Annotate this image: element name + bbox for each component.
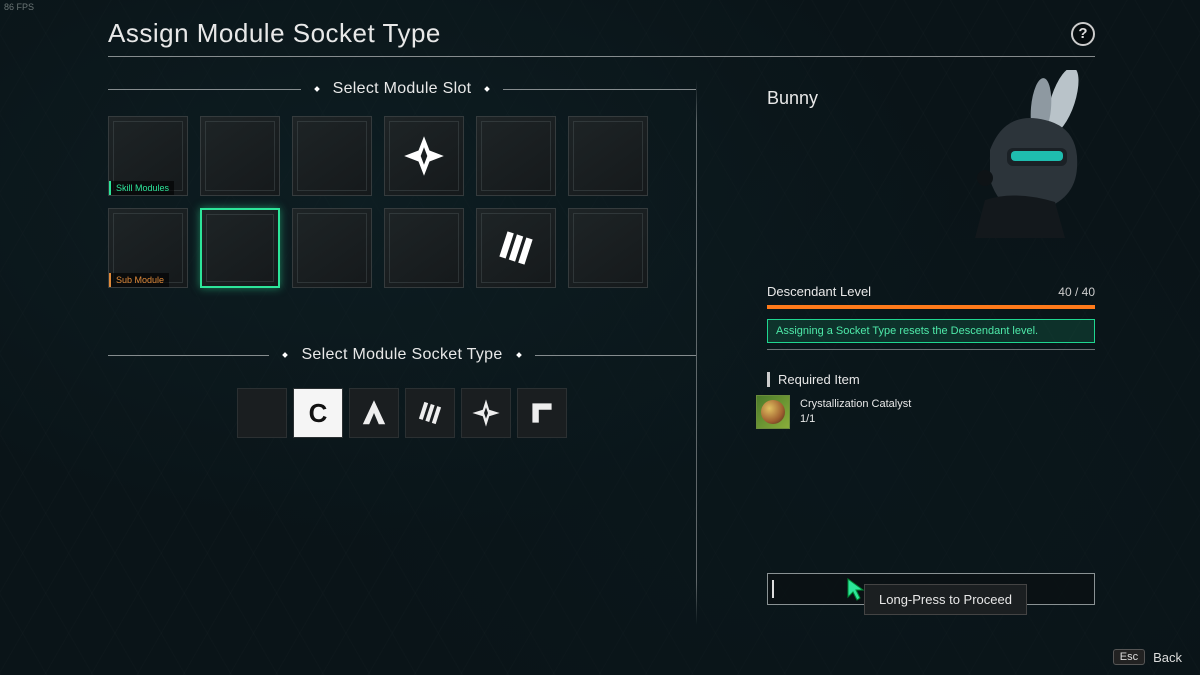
warning-underline bbox=[767, 349, 1095, 350]
slot[interactable] bbox=[476, 208, 556, 288]
slot-tag-sub: Sub Module bbox=[109, 273, 169, 287]
back-label: Back bbox=[1153, 650, 1182, 665]
proceed-tooltip: Long-Press to Proceed bbox=[864, 584, 1027, 615]
almandine-icon bbox=[358, 397, 390, 429]
malachite-icon bbox=[414, 397, 446, 429]
proceed-button[interactable]: Long-Press to Proceed bbox=[767, 573, 1095, 605]
slot[interactable] bbox=[200, 116, 280, 196]
catalyst-icon bbox=[756, 395, 790, 429]
slot[interactable] bbox=[384, 116, 464, 196]
slot[interactable] bbox=[568, 116, 648, 196]
help-button[interactable]: ? bbox=[1071, 22, 1095, 46]
socket-type-almandine[interactable] bbox=[349, 388, 399, 438]
esc-key-icon: Esc bbox=[1113, 649, 1145, 665]
slot-selected[interactable] bbox=[200, 208, 280, 288]
required-item-count: 1/1 bbox=[800, 412, 911, 427]
section-select-slot: Select Module Slot bbox=[108, 80, 696, 98]
footer-back[interactable]: Esc Back bbox=[1113, 649, 1182, 665]
required-item: Crystallization Catalyst 1/1 bbox=[756, 395, 1095, 429]
slot-tag-skill: Skill Modules bbox=[109, 181, 174, 195]
page-title: Assign Module Socket Type bbox=[108, 18, 441, 49]
descendant-level-bar bbox=[767, 305, 1095, 309]
socket-type-malachite[interactable] bbox=[405, 388, 455, 438]
socket-type-rutile[interactable] bbox=[517, 388, 567, 438]
descendant-level-value: 40 / 40 bbox=[1058, 285, 1095, 299]
slot-sub-module[interactable]: Sub Module bbox=[108, 208, 188, 288]
character-portrait bbox=[945, 70, 1105, 240]
fps-counter: 86 FPS bbox=[4, 2, 34, 12]
slot[interactable] bbox=[384, 208, 464, 288]
slot[interactable] bbox=[292, 116, 372, 196]
module-slot-grid: Skill Modules Sub Module bbox=[108, 116, 696, 288]
slot[interactable] bbox=[568, 208, 648, 288]
rutile-icon bbox=[526, 397, 558, 429]
reset-warning: Assigning a Socket Type resets the Desce… bbox=[767, 319, 1095, 343]
slot[interactable] bbox=[476, 116, 556, 196]
title-underline bbox=[108, 56, 1095, 57]
required-item-name: Crystallization Catalyst bbox=[800, 397, 911, 412]
socket-type-row: C bbox=[108, 382, 696, 438]
socket-type-none[interactable] bbox=[237, 388, 287, 438]
cursor-icon bbox=[846, 577, 866, 601]
section-select-socket-type: Select Module Socket Type bbox=[108, 346, 696, 364]
malachite-icon bbox=[494, 226, 538, 270]
xantric-icon bbox=[470, 397, 502, 429]
section-label: Select Module Socket Type bbox=[301, 346, 502, 364]
slot[interactable] bbox=[292, 208, 372, 288]
required-item-title: Required Item bbox=[778, 372, 1095, 387]
socket-type-xantric[interactable] bbox=[461, 388, 511, 438]
slot-skill-module[interactable]: Skill Modules bbox=[108, 116, 188, 196]
xantric-icon bbox=[402, 134, 446, 178]
cerulean-icon: C bbox=[309, 398, 328, 429]
section-label: Select Module Slot bbox=[333, 80, 472, 98]
socket-type-cerulean[interactable]: C bbox=[293, 388, 343, 438]
descendant-level-label: Descendant Level bbox=[767, 284, 871, 299]
